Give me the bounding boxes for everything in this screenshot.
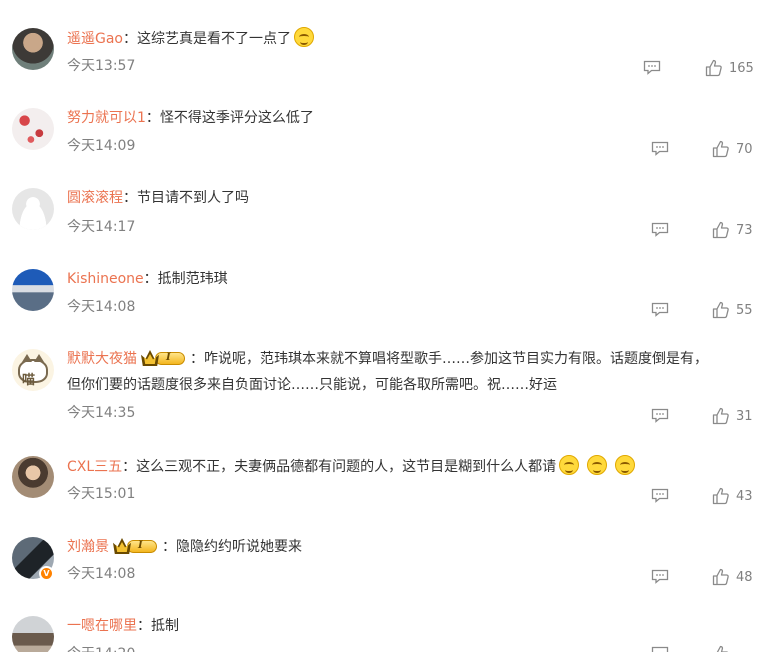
colon: ： <box>123 190 137 206</box>
comment-icon[interactable] <box>643 60 661 75</box>
colon: ： <box>162 539 176 555</box>
comment-line: Kishineone：抵制范玮琪 <box>67 268 228 290</box>
comment-line: 刘瀚景 I ：隐隐约约听说她要来 <box>67 536 302 558</box>
like-count: 48 <box>736 570 753 585</box>
avatar[interactable] <box>12 616 54 652</box>
username-link[interactable]: 刘瀚景 <box>67 539 109 555</box>
vip-badge-icon[interactable]: I <box>113 538 159 554</box>
smile-emoji-icon <box>615 455 636 475</box>
thumbs-up-icon[interactable] <box>705 59 723 77</box>
comment-time: 今天14:20 <box>67 644 135 652</box>
avatar[interactable] <box>12 108 54 150</box>
comment-icon[interactable] <box>651 222 669 237</box>
colon: ： <box>123 31 137 47</box>
avatar-glyph: 喵 <box>22 373 36 388</box>
comment-text-continued: 但你们要的话题度很多来自负面讨论……只能说，可能各取所需吧。祝……好运 <box>67 377 557 393</box>
colon: ： <box>143 271 158 287</box>
comment-text: 咋说呢，范玮琪本来就不算唱将型歌手……参加这节目实力有限。话题度倒是有， <box>204 351 708 367</box>
avatar[interactable]: 喵 <box>12 349 54 391</box>
username-link[interactable]: 努力就可以1 <box>67 110 146 126</box>
comment-line: 努力就可以1：怪不得这季评分这么低了 <box>67 107 314 129</box>
comment-line: 遥遥Gao：这综艺真是看不了一点了 <box>67 27 314 50</box>
username-link[interactable]: 圆滚滚程 <box>67 190 123 206</box>
thumbs-up-icon[interactable] <box>712 140 730 158</box>
vip-badge-icon[interactable]: I <box>141 350 187 366</box>
smile-emoji-icon <box>294 27 314 47</box>
avatar[interactable] <box>12 456 54 498</box>
comment-time: 今天14:09 <box>67 138 136 154</box>
username-link[interactable]: CXL三五 <box>67 459 122 475</box>
comment-text: 抵制范玮琪 <box>157 271 228 287</box>
avatar[interactable] <box>12 269 54 311</box>
comment-line: 默默大夜猫 I ：咋说呢，范玮琪本来就不算唱将型歌手……参加这节目实力有限。话题度倒… <box>67 348 708 370</box>
colon: ： <box>122 459 137 475</box>
comment-text: 怪不得这季评分这么低了 <box>159 110 314 126</box>
like-count: 73 <box>736 223 753 238</box>
thumbs-up-icon[interactable] <box>712 221 730 239</box>
like-count: 31 <box>736 409 753 424</box>
comment-text: 抵制 <box>151 618 179 634</box>
like-count: 165 <box>729 61 754 76</box>
comment-time: 今天14:17 <box>67 219 136 235</box>
colon: ： <box>137 618 151 634</box>
thumbs-up-icon[interactable] <box>712 301 730 319</box>
username-link[interactable]: 遥遥Gao <box>67 31 123 47</box>
comment-line: CXL三五：这么三观不正，夫妻俩品德都有问题的人，这节目是糊到什么人都请 <box>67 455 636 478</box>
avatar[interactable] <box>12 188 54 230</box>
comment-icon[interactable] <box>651 408 669 423</box>
verified-badge-icon: V <box>39 566 54 581</box>
like-count: 55 <box>736 303 753 318</box>
username-link[interactable]: 默默大夜猫 <box>67 351 137 367</box>
comment-time: 今天14:08 <box>67 566 136 582</box>
avatar[interactable] <box>12 28 54 70</box>
like-count: 70 <box>736 142 753 157</box>
username-link[interactable]: 一嗯在哪里 <box>67 618 137 634</box>
comment-text: 这么三观不正，夫妻俩品德都有问题的人，这节目是糊到什么人都请 <box>136 459 557 475</box>
comment-line: 圆滚滚程：节目请不到人了吗 <box>67 187 249 209</box>
colon: ： <box>145 110 160 126</box>
username-link[interactable]: Kishineone <box>67 271 144 287</box>
colon: ： <box>190 351 204 367</box>
comment-time: 今天14:08 <box>67 299 136 315</box>
thumbs-up-icon[interactable] <box>712 568 730 586</box>
comment-line: 一嗯在哪里：抵制 <box>67 615 179 637</box>
comment-text: 节目请不到人了吗 <box>137 190 249 206</box>
comment-text: 这综艺真是看不了一点了 <box>137 31 291 47</box>
smile-emoji-icon <box>559 455 580 475</box>
comment-text: 隐隐约约听说她要来 <box>176 539 302 555</box>
thumbs-up-icon[interactable] <box>712 407 730 425</box>
comment-time: 今天13:57 <box>67 58 136 74</box>
comment-icon[interactable] <box>651 646 669 652</box>
comment-icon[interactable] <box>651 488 669 503</box>
comment-time: 今天14:35 <box>67 405 136 421</box>
comment-icon[interactable] <box>651 302 669 317</box>
comment-time: 今天15:01 <box>67 486 136 502</box>
comment-icon[interactable] <box>651 141 669 156</box>
thumbs-up-icon[interactable] <box>712 487 730 505</box>
comment-icon[interactable] <box>651 569 669 584</box>
thumbs-up-icon[interactable] <box>712 645 730 652</box>
smile-emoji-icon <box>587 455 608 475</box>
comment-list: 遥遥Gao：这综艺真是看不了一点了 今天13:57 165 努力就可以1：怪不得… <box>0 0 768 652</box>
like-count: 43 <box>736 489 753 504</box>
